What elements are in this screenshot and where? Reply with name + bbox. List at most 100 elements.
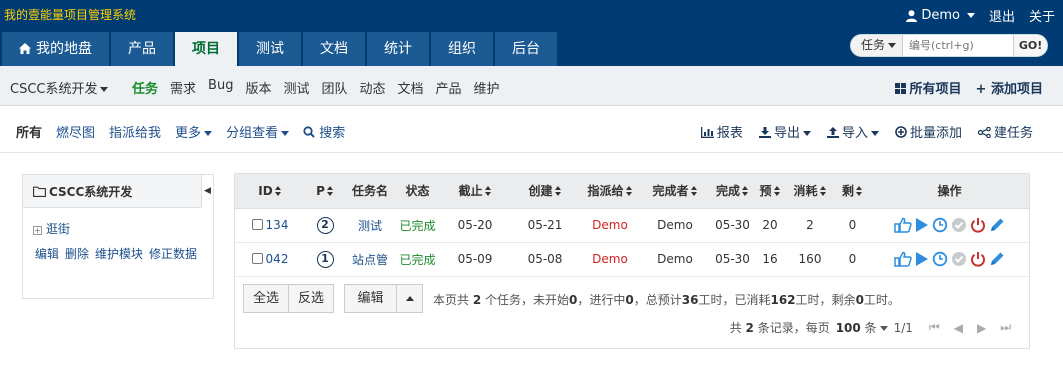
chevron-up-icon	[405, 296, 414, 301]
cell-deadline: 05-20	[440, 208, 510, 243]
per-page-select[interactable]: 100 条	[836, 319, 888, 336]
cell-name: 测试	[345, 208, 395, 243]
col-finished[interactable]: 完成	[710, 174, 755, 209]
batch-add-button[interactable]: 批量添加	[895, 122, 962, 141]
task-name-link[interactable]: 测试	[358, 219, 382, 233]
add-project-link[interactable]: + 添加项目	[976, 78, 1043, 97]
col-finisher[interactable]: 完成者	[640, 174, 710, 209]
subnav-item-story[interactable]: 需求	[170, 78, 196, 97]
side-panel-title: CSCC系统开发	[49, 185, 133, 199]
filter-assigned-to-me[interactable]: 指派给我	[109, 122, 161, 141]
report-button[interactable]: 报表	[700, 122, 743, 141]
group-view[interactable]: 分组查看	[226, 122, 290, 141]
sort-icon	[690, 186, 698, 197]
tab-admin[interactable]: 后台	[495, 32, 557, 66]
subnav-item-build[interactable]: 版本	[245, 78, 271, 97]
filter-all[interactable]: 所有	[16, 122, 42, 141]
record-clock-icon[interactable]	[932, 217, 948, 233]
col-assigned[interactable]: 指派给	[580, 174, 640, 209]
project-subnav: CSCC系统开发 任务 需求 Bug 版本 测试 团队 动态 文档 产品 维护 …	[0, 66, 1063, 106]
tab-company[interactable]: 组织	[431, 32, 493, 66]
col-deadline[interactable]: 截止	[440, 174, 510, 209]
next-page-icon[interactable]: ▶	[977, 321, 986, 335]
cell-finisher: Demo	[640, 208, 710, 243]
search-go-button[interactable]: GO!	[1013, 35, 1048, 56]
subnav-item-bug[interactable]: Bug	[208, 78, 233, 97]
subnav-item-doc[interactable]: 文档	[398, 78, 424, 97]
cell-assigned[interactable]: Demo	[580, 208, 640, 243]
filter-more[interactable]: 更多	[175, 122, 213, 141]
last-page-icon[interactable]: ⏭	[1000, 320, 1011, 335]
search-input[interactable]	[903, 35, 1014, 56]
side-panel-header: CSCC系统开发 ◀	[23, 175, 213, 208]
tab-report[interactable]: 统计	[367, 32, 429, 66]
project-switcher[interactable]: CSCC系统开发	[10, 78, 109, 97]
chevron-down-icon	[966, 13, 975, 18]
task-id-link[interactable]: 042	[266, 252, 289, 266]
filter-burndown[interactable]: 燃尽图	[56, 122, 95, 141]
close-power-icon[interactable]	[970, 251, 986, 267]
user-menu[interactable]: Demo	[906, 8, 975, 23]
subnav-item-dynamic[interactable]: 动态	[360, 78, 386, 97]
tab-project[interactable]: 项目	[175, 32, 237, 66]
subnav-item-task[interactable]: 任务	[132, 78, 158, 97]
tab-my[interactable]: 我的地盘	[2, 32, 109, 66]
subnav-item-test[interactable]: 测试	[283, 78, 309, 97]
start-play-icon[interactable]	[915, 217, 929, 233]
create-task-button[interactable]: 建任务	[977, 122, 1033, 141]
search-toggle[interactable]: 搜索	[303, 122, 345, 141]
assign-hand-icon[interactable]	[894, 251, 912, 267]
summary-text: 工时，剩余	[795, 293, 856, 307]
edit-pencil-icon[interactable]	[989, 217, 1005, 233]
search-type-select[interactable]: 任务	[851, 35, 904, 56]
expand-icon[interactable]: +	[33, 226, 42, 235]
subnav-item-product[interactable]: 产品	[436, 78, 462, 97]
task-name-link[interactable]: 站点管	[352, 253, 388, 267]
batch-edit-button[interactable]: 编辑	[344, 284, 397, 313]
collapse-side-button[interactable]: ◀	[201, 175, 213, 208]
batch-edit-dropdown[interactable]	[396, 284, 423, 313]
tab-test[interactable]: 测试	[239, 32, 301, 66]
task-id-link[interactable]: 134	[266, 218, 289, 232]
col-name[interactable]: 任务名	[345, 174, 395, 209]
col-consumed[interactable]: 消耗	[785, 174, 835, 209]
all-projects-link[interactable]: 所有项目	[894, 78, 962, 97]
logout-link[interactable]: 退出	[989, 6, 1015, 25]
tree-item[interactable]: + 逛街	[33, 222, 70, 236]
fix-data-link[interactable]: 修正数据	[149, 245, 197, 262]
cell-status: 已完成	[395, 242, 440, 277]
col-estimate[interactable]: 预	[755, 174, 785, 209]
col-estimate-label: 预	[759, 184, 772, 199]
select-all-button[interactable]: 全选	[243, 284, 289, 313]
invert-select-button[interactable]: 反选	[288, 284, 334, 313]
prev-page-icon[interactable]: ◀	[954, 321, 963, 335]
manage-module-link[interactable]: 维护模块	[95, 245, 143, 262]
record-clock-icon[interactable]	[932, 251, 948, 267]
subnav-item-team[interactable]: 团队	[321, 78, 347, 97]
col-left[interactable]: 剩	[835, 174, 870, 209]
cell-actions	[870, 242, 1029, 277]
col-priority[interactable]: P	[305, 174, 345, 209]
edit-pencil-icon[interactable]	[989, 251, 1005, 267]
subnav-item-maintain[interactable]: 维护	[474, 78, 500, 97]
row-checkbox[interactable]	[251, 219, 263, 230]
sort-icon	[274, 185, 282, 196]
col-created[interactable]: 创建	[510, 174, 580, 209]
close-power-icon[interactable]	[970, 217, 986, 233]
row-checkbox[interactable]	[251, 253, 263, 264]
export-button[interactable]: 导出	[758, 122, 811, 141]
first-page-icon[interactable]: ⏮	[929, 320, 940, 335]
tab-doc[interactable]: 文档	[303, 32, 365, 66]
summary-text: 个任务，未开始	[481, 293, 570, 307]
col-id[interactable]: ID	[235, 174, 305, 209]
cell-assigned[interactable]: Demo	[580, 242, 640, 277]
tab-product[interactable]: 产品	[111, 32, 173, 66]
assign-hand-icon[interactable]	[894, 217, 912, 233]
start-play-icon[interactable]	[915, 251, 929, 267]
delete-module-link[interactable]: 删除	[65, 245, 89, 262]
col-status[interactable]: 状态	[395, 174, 440, 209]
import-button[interactable]: 导入	[826, 122, 879, 141]
app-title: 我的壹能量项目管理系统	[4, 8, 137, 22]
edit-module-link[interactable]: 编辑	[35, 245, 59, 262]
about-link[interactable]: 关于	[1029, 6, 1055, 25]
